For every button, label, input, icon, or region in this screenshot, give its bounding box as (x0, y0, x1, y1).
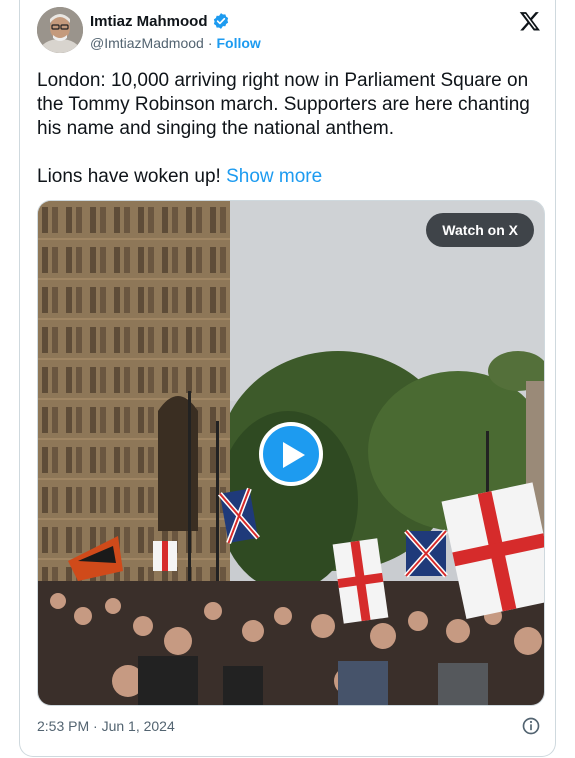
author-handle-row: @ImtiazMadmood · Follow (90, 35, 261, 51)
tweet-paragraph-2-text: Lions have woken up! (37, 166, 227, 187)
tweet-paragraph-2: Lions have woken up! Show more (37, 165, 542, 189)
handle-separator: · (207, 35, 213, 51)
avatar[interactable] (37, 7, 83, 53)
avatar-image (37, 7, 83, 53)
tweet-text: London: 10,000 arriving right now in Par… (37, 69, 542, 189)
show-more-link[interactable]: Show more (226, 166, 322, 187)
tweet-timestamp[interactable]: 2:53 PM · Jun 1, 2024 (37, 718, 175, 734)
play-button[interactable] (259, 422, 323, 486)
play-icon (283, 442, 305, 468)
video-player[interactable]: Watch on X (37, 200, 545, 706)
info-icon[interactable] (521, 716, 541, 736)
watch-on-x-button[interactable]: Watch on X (426, 213, 534, 247)
follow-button[interactable]: Follow (216, 35, 260, 51)
verified-badge-icon (213, 13, 228, 29)
author-name-row: Imtiaz Mahmood (90, 12, 230, 30)
tweet-card: Imtiaz Mahmood @ImtiazMadmood · Follow L… (19, 0, 556, 757)
x-logo-icon[interactable] (519, 10, 541, 32)
tweet-paragraph-1: London: 10,000 arriving right now in Par… (37, 70, 530, 139)
author-name[interactable]: Imtiaz Mahmood (90, 13, 208, 30)
author-handle[interactable]: @ImtiazMadmood (90, 35, 204, 51)
